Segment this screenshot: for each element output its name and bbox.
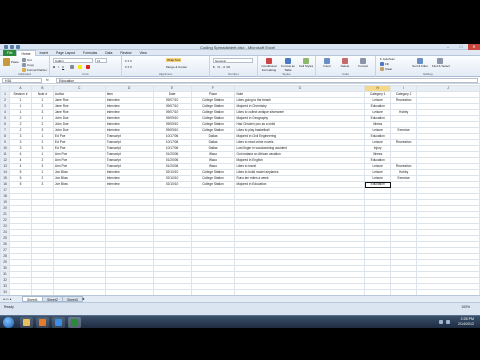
undo-icon[interactable] (10, 45, 14, 49)
copy-icon (22, 63, 26, 68)
italic-button[interactable]: I (58, 65, 59, 69)
browser-icon (55, 319, 62, 326)
cut-button[interactable]: Cut (22, 58, 32, 63)
tab-insert[interactable]: Insert (36, 50, 52, 56)
sheet-tabs-bar: ◂ ◃ ▹ ▸ Sheet1 Sheet2 Sheet3 ✚ (0, 295, 480, 302)
underline-button[interactable]: U (62, 65, 64, 69)
editing-group: Σ AutoSum Fill Clear Sort & Filter Find … (376, 56, 480, 77)
alignment-label: Alignment (158, 72, 173, 76)
borders-icon (70, 65, 74, 70)
alignment-group: ≡ ≡ ≡ ≡ ≡ ≡ Wrap Text Merge & Center Ali… (122, 56, 210, 77)
ribbon: Paste Cut Copy Format Painter Clipboard … (0, 56, 480, 77)
tab-review[interactable]: Review (116, 50, 135, 56)
format-button[interactable]: Format (356, 58, 370, 68)
cells-label: Cells (342, 72, 349, 76)
clear-button[interactable]: Clear (380, 67, 392, 72)
wrap-text-button[interactable]: Wrap Text (166, 58, 182, 62)
tab-page-layout[interactable]: Page Layout (52, 50, 79, 56)
currency-icon[interactable]: $ · % , .0 .00 (213, 65, 230, 69)
zoom-level[interactable]: 100% (461, 305, 470, 309)
system-tray (439, 320, 450, 324)
redo-icon[interactable] (16, 45, 20, 49)
bold-button[interactable]: B (53, 65, 55, 69)
quick-access-toolbar (4, 45, 20, 49)
tab-view[interactable]: View (135, 50, 150, 56)
styles-group: Conditional Formatting Format as Table C… (258, 56, 316, 77)
cell-table[interactable]: ABCDEFGHIJ 1 Session # Note # Author Item Dat… (0, 85, 480, 295)
clock[interactable]: 2:28 PM 2/14/2012 (458, 317, 474, 327)
media-player-icon (39, 319, 46, 326)
format-as-table-button[interactable]: Format as Table (280, 58, 296, 72)
copy-button[interactable]: Copy (22, 63, 34, 68)
fill-button[interactable]: Fill (380, 62, 389, 67)
sort-filter-button[interactable]: Sort & Filter (412, 58, 428, 68)
folder-icon (23, 319, 30, 326)
taskbar-browser[interactable] (52, 317, 65, 328)
paste-button[interactable]: Paste (3, 58, 19, 66)
fill-color-icon (78, 65, 82, 70)
network-icon[interactable] (439, 320, 443, 324)
font-group: Calibri 11 B I U Font (50, 56, 122, 77)
eraser-icon (380, 67, 384, 72)
scissors-icon (22, 58, 26, 63)
excel-window: Coding Spreadsheet.xlsx - Microsoft Exce… (0, 44, 480, 315)
status-bar: Ready 100% (0, 302, 480, 315)
autosum-button[interactable]: Σ AutoSum (380, 57, 395, 61)
tab-formulas[interactable]: Formulas (79, 50, 101, 56)
clipboard-label: Clipboard (18, 72, 31, 76)
worksheet-grid[interactable]: ABCDEFGHIJ 1 Session # Note # Author Item Dat… (0, 85, 480, 295)
tab-file[interactable]: File (3, 49, 17, 56)
clock-date: 2/14/2012 (458, 322, 474, 326)
editing-label: Editing (423, 72, 433, 76)
volume-icon[interactable] (446, 320, 450, 324)
find-select-button[interactable]: Find & Select (432, 58, 450, 68)
windows-taskbar: 2:28 PM 2/14/2012 (0, 315, 480, 328)
number-group: General $ · % , .0 .00 Number (210, 56, 258, 77)
paste-icon (3, 58, 10, 66)
taskbar-media[interactable] (36, 317, 49, 328)
formula-input[interactable]: Education (56, 78, 478, 83)
excel-icon (71, 319, 78, 326)
taskbar-explorer[interactable] (20, 317, 33, 328)
name-box[interactable]: H16 (2, 78, 42, 83)
fx-icon[interactable]: fx (46, 78, 49, 82)
formula-bar: H16 fx Education (0, 77, 480, 84)
clipboard-group: Paste Cut Copy Format Painter Clipboard (0, 56, 50, 77)
cells-group: Insert Delete Format Cells (316, 56, 376, 77)
font-size-select[interactable]: 11 (95, 58, 107, 63)
sheet-nav-icon[interactable]: ◂ ◃ ▹ ▸ (3, 297, 12, 301)
merge-center-button[interactable]: Merge & Center (166, 65, 187, 69)
status-ready: Ready (4, 305, 14, 309)
save-icon[interactable] (4, 45, 8, 49)
align-left-icon[interactable]: ≡ ≡ ≡ (125, 65, 132, 69)
styles-label: Styles (282, 72, 291, 76)
number-format-select[interactable]: General (213, 58, 253, 63)
font-color-button[interactable] (86, 65, 91, 70)
font-name-select[interactable]: Calibri (53, 58, 93, 63)
align-top-icon[interactable]: ≡ ≡ ≡ (125, 59, 132, 63)
start-button[interactable] (3, 317, 14, 328)
tab-home[interactable]: Home (16, 49, 36, 56)
number-label: Number (228, 72, 239, 76)
fill-down-icon (380, 62, 384, 67)
tab-data[interactable]: Data (101, 50, 116, 56)
borders-button[interactable] (70, 65, 75, 70)
insert-button[interactable]: Insert (320, 58, 334, 68)
cell-styles-button[interactable]: Cell Styles (298, 58, 314, 68)
new-sheet-icon[interactable]: ✚ (82, 297, 85, 301)
taskbar-excel[interactable] (68, 317, 81, 328)
conditional-formatting-button[interactable]: Conditional Formatting (260, 58, 278, 72)
font-color-icon (86, 65, 90, 70)
fill-color-button[interactable] (78, 65, 83, 70)
font-label: Font (82, 72, 89, 76)
delete-button[interactable]: Delete (338, 58, 352, 68)
